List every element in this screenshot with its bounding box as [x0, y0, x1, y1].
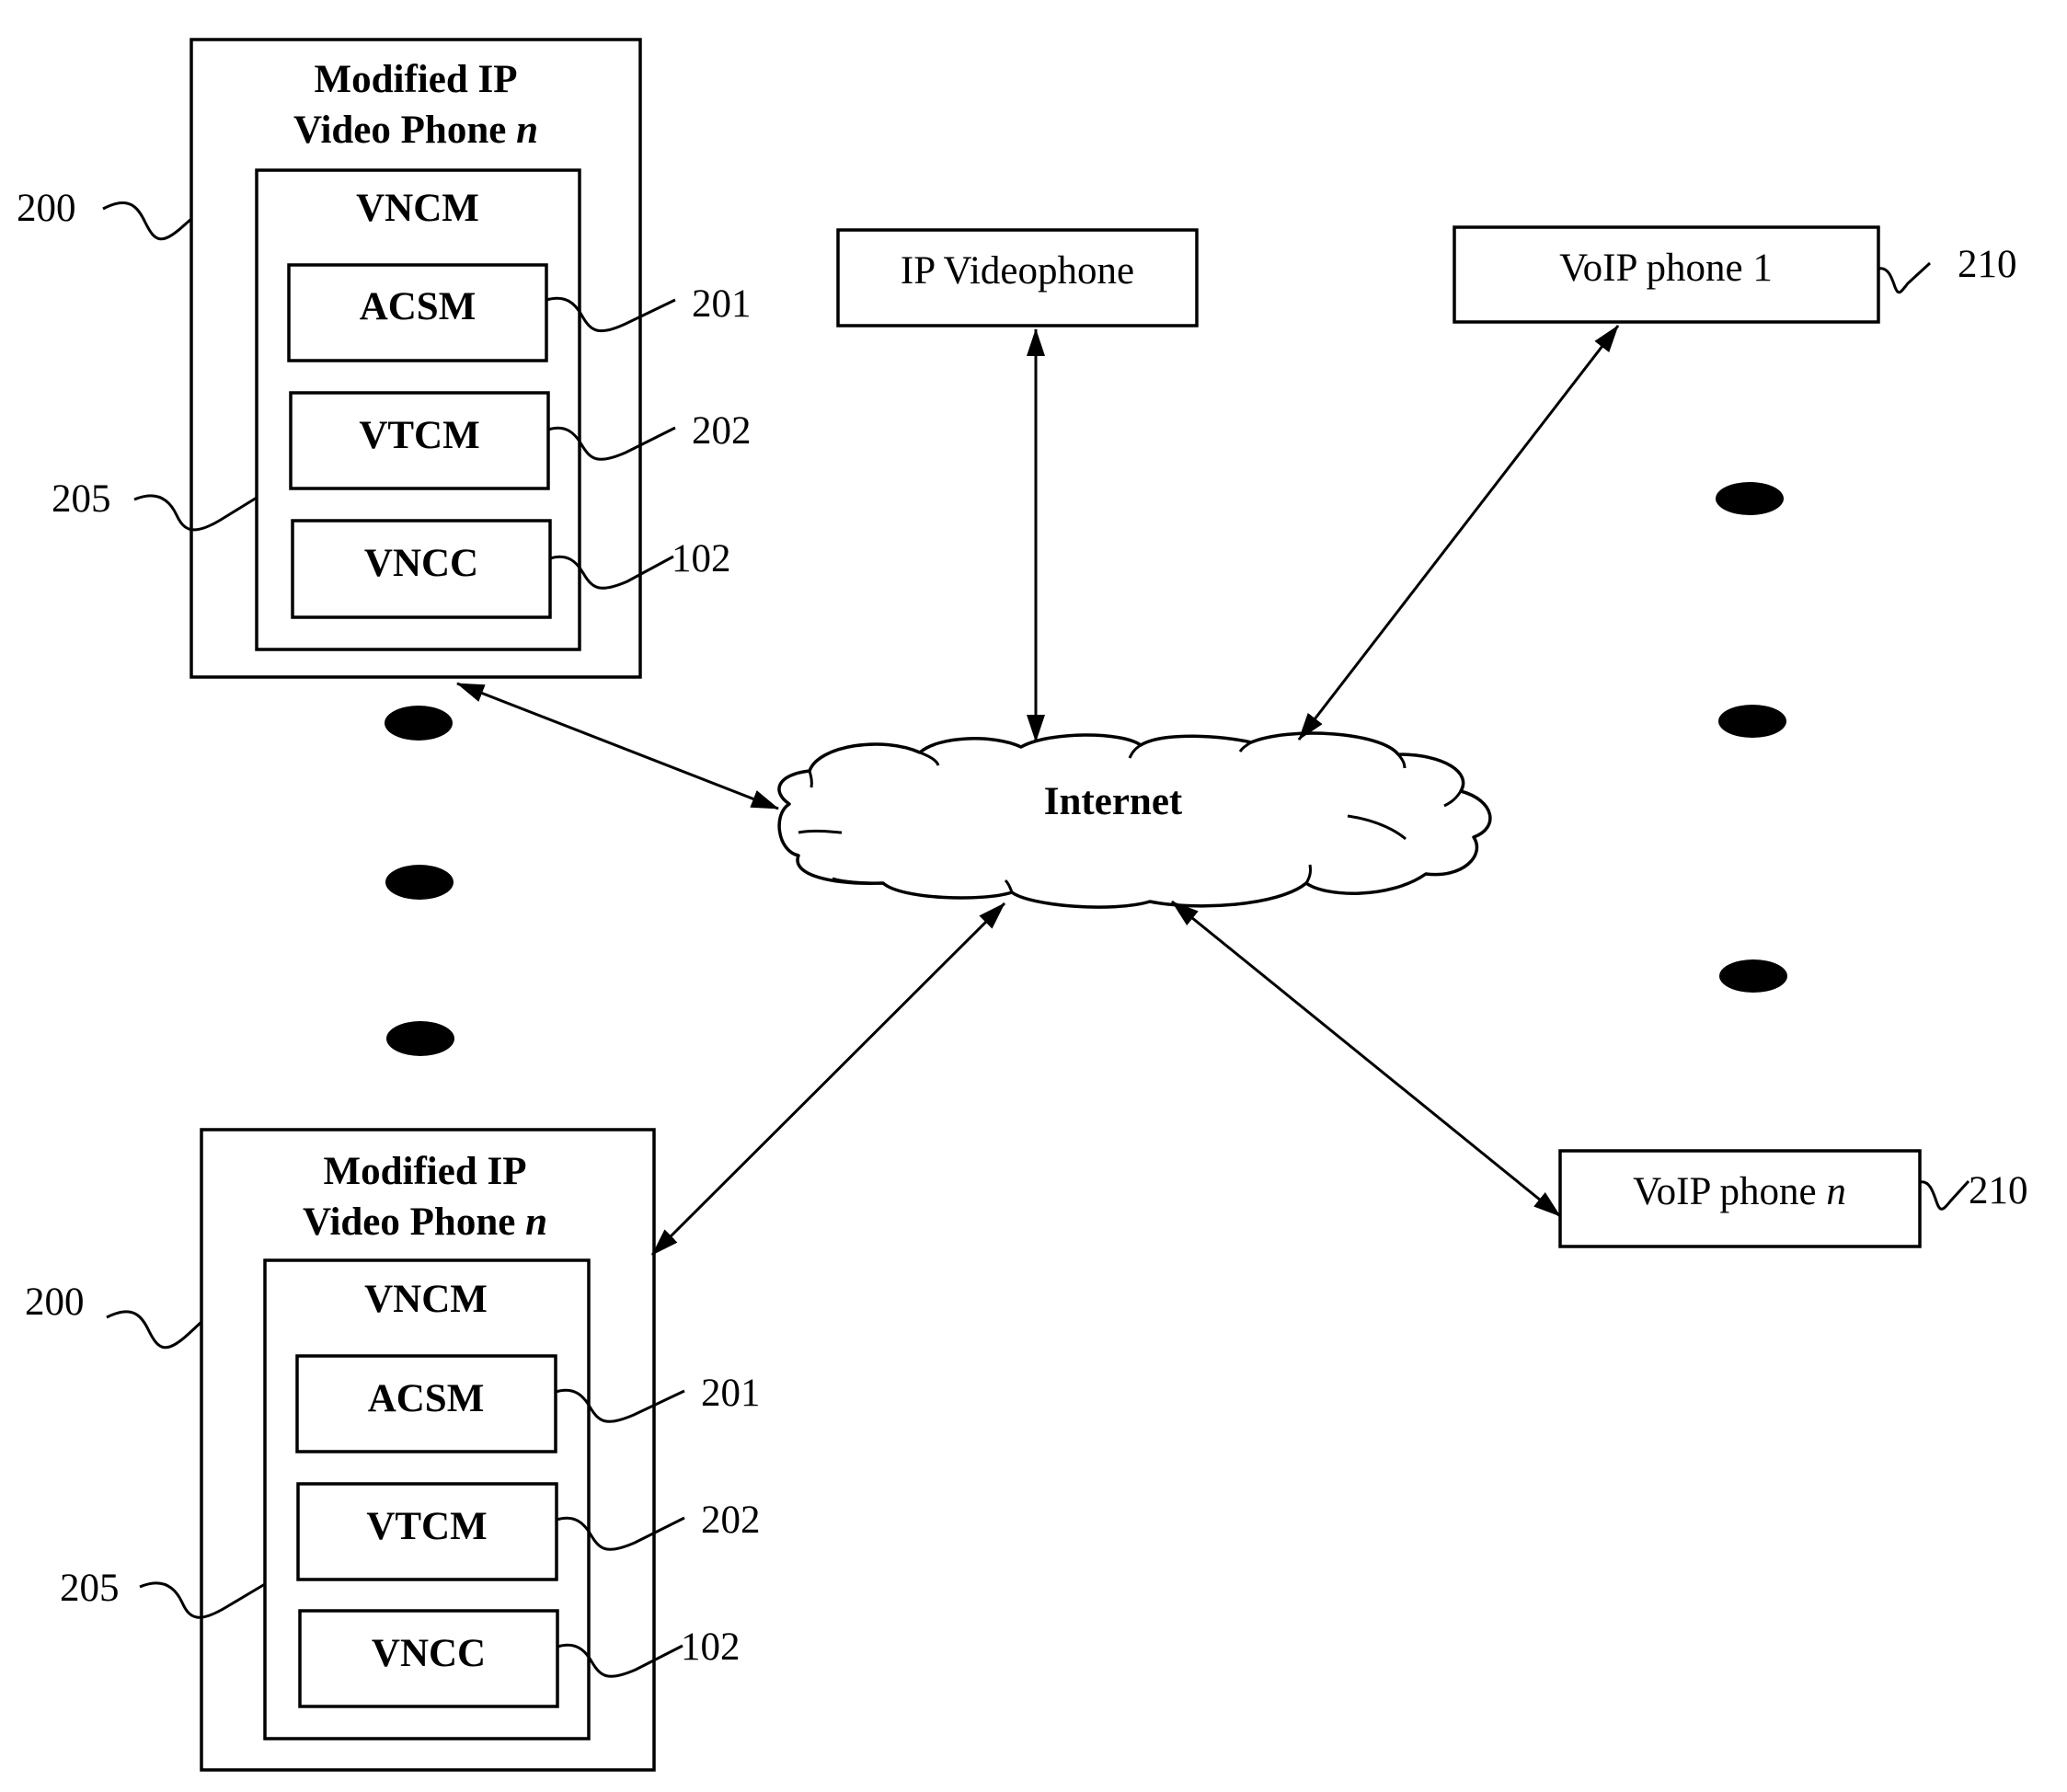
- phone-title-line2: Video Phone n: [293, 109, 538, 152]
- leader-line-200: [106, 1310, 203, 1350]
- ellipsis-dot: [385, 706, 453, 741]
- acsm-label: ACSM: [368, 1377, 485, 1420]
- link-voipn-internet: [1171, 900, 1561, 1218]
- ref-201: 201: [701, 1372, 761, 1415]
- modified-ip-video-phone-top: Modified IP Video Phone n VNCM ACSM VTCM…: [17, 38, 752, 679]
- voip-phone-n: VoIP phone n 210: [1558, 1149, 2028, 1248]
- acsm-label: ACSM: [360, 285, 477, 328]
- voip-phone-1: VoIP phone 1 210: [1453, 225, 2017, 324]
- ref-200: 200: [25, 1281, 85, 1324]
- ellipsis-dot: [386, 1021, 454, 1056]
- ellipsis-left: [385, 706, 454, 1056]
- ref-210: 210: [1969, 1169, 2028, 1212]
- link-top-phone-internet: [456, 682, 779, 810]
- ellipsis-dot: [1719, 959, 1787, 993]
- link-bottom-phone-internet: [650, 902, 1006, 1257]
- ellipsis-dot: [1716, 482, 1784, 515]
- voip-phone-label: VoIP phone n: [1633, 1170, 1846, 1213]
- phone-title-line1: Modified IP: [324, 1150, 527, 1193]
- vncc-label: VNCC: [364, 542, 478, 585]
- ref-202: 202: [701, 1499, 761, 1542]
- ellipsis-dot: [1718, 705, 1786, 738]
- ref-102: 102: [681, 1625, 741, 1669]
- vncc-label: VNCC: [372, 1632, 486, 1675]
- ref-202: 202: [692, 409, 752, 453]
- ref-205: 205: [52, 477, 111, 521]
- ref-205: 205: [60, 1567, 120, 1610]
- modified-ip-video-phone-bottom: Modified IP Video Phone n VNCM ACSM VTCM…: [25, 1128, 761, 1772]
- ref-200: 200: [17, 187, 76, 230]
- ref-210: 210: [1958, 243, 2017, 286]
- ellipsis-dot: [385, 865, 454, 900]
- leader-line-210: [1878, 261, 1932, 294]
- link-voip1-internet: [1297, 325, 1620, 741]
- ellipsis-right: [1716, 482, 1787, 993]
- voip-phone-label: VoIP phone 1: [1559, 247, 1773, 290]
- internet-label: Internet: [1044, 780, 1183, 823]
- leader-line-210: [1919, 1179, 1970, 1211]
- vtcm-label: VTCM: [366, 1505, 487, 1548]
- cloud-detail: [798, 829, 843, 834]
- ref-201: 201: [692, 282, 752, 326]
- internet-cloud: Internet: [777, 731, 1492, 909]
- vtcm-label: VTCM: [359, 414, 479, 457]
- phone-title-line1: Modified IP: [315, 58, 518, 101]
- vncm-label: VNCM: [364, 1278, 488, 1321]
- phone-title-line2: Video Phone n: [303, 1200, 547, 1244]
- leader-line-200: [102, 201, 192, 241]
- vncm-label: VNCM: [356, 187, 479, 230]
- network-diagram: Modified IP Video Phone n VNCM ACSM VTCM…: [17, 38, 2028, 1772]
- ip-videophone: IP Videophone: [836, 228, 1199, 327]
- ip-videophone-label: IP Videophone: [901, 249, 1134, 293]
- ref-102: 102: [672, 537, 731, 580]
